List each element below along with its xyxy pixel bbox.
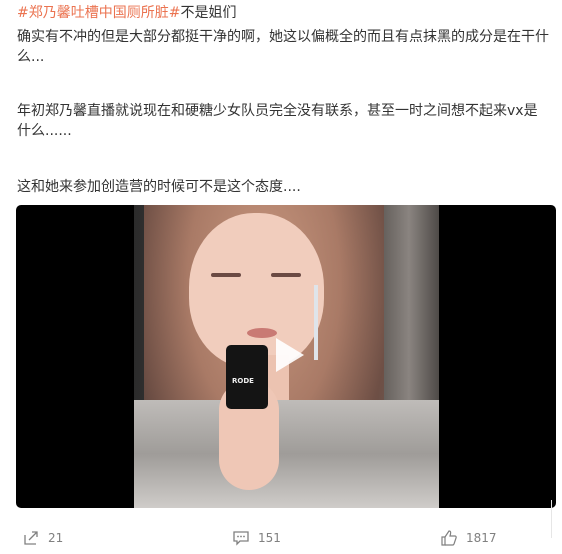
post-first-line: #郑乃馨吐槽中国厕所脏#不是姐们	[17, 3, 549, 23]
post-paragraph-2: 年初郑乃馨直播就说现在和硬糖少女队员完全没有联系，甚至一时之间想不起来vx是什么…	[17, 103, 538, 139]
comment-button[interactable]: 151	[232, 524, 281, 552]
left-eye	[211, 273, 241, 277]
video-player[interactable]: RODE	[16, 205, 556, 508]
share-count: 21	[48, 531, 64, 545]
right-eye	[271, 273, 301, 277]
share-button[interactable]: 21	[22, 524, 63, 552]
earring	[314, 285, 318, 360]
comment-icon	[233, 531, 249, 546]
like-count: 1817	[466, 531, 497, 545]
topic-link[interactable]: #郑乃馨吐槽中国厕所脏#	[17, 5, 180, 21]
mic-label: RODE	[232, 377, 254, 385]
post-paragraph-3: 这和她来参加创造营的时候可不是这个态度....	[17, 179, 301, 195]
like-button[interactable]: 1817	[440, 524, 497, 552]
share-icon	[24, 531, 38, 545]
post-paragraph-1: 确实有不冲的但是大部分都挺干净的啊，她这以偏概全的而且有点抹黑的成分是在干什么.…	[17, 29, 549, 65]
lips	[247, 328, 277, 338]
first-line-text: 不是姐们	[180, 5, 237, 21]
action-bar: 21 151 1817	[0, 524, 562, 554]
microphone: RODE	[226, 345, 268, 409]
weibo-post: #郑乃馨吐槽中国厕所脏#不是姐们 确实有不冲的但是大部分都挺干净的啊，她这以偏概…	[0, 0, 562, 554]
jacket	[134, 400, 439, 508]
comment-count: 151	[258, 531, 281, 545]
thumbs-up-icon	[441, 530, 457, 546]
play-icon[interactable]	[276, 338, 304, 372]
